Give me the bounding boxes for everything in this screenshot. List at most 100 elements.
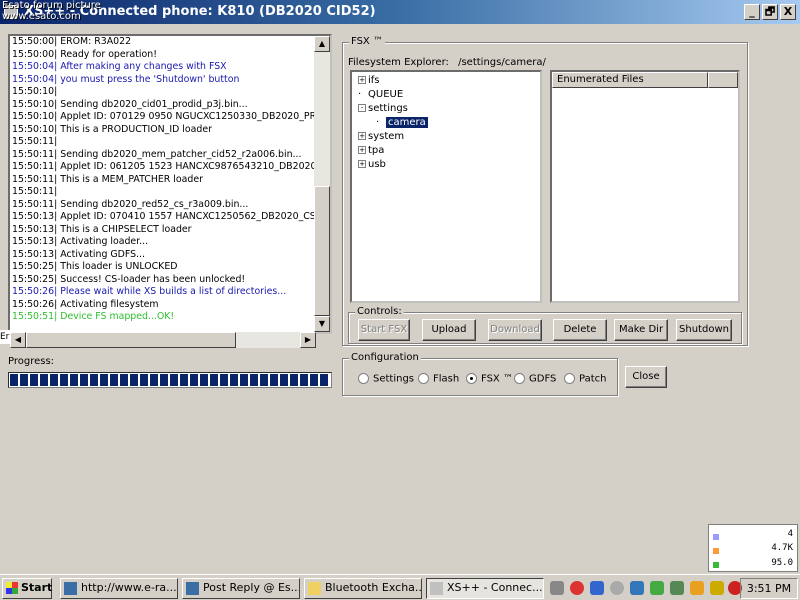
scroll-down-icon[interactable]: ▼	[314, 316, 330, 332]
tree-node-label: QUEUE	[368, 89, 404, 100]
start-button[interactable]: Start	[2, 578, 52, 599]
upload-icon	[713, 534, 719, 540]
progress-fill	[10, 374, 330, 386]
clock[interactable]: 3:51 PM	[740, 578, 798, 599]
download-button[interactable]: Download	[488, 319, 542, 341]
config-radio-4[interactable]: Patch	[564, 373, 606, 385]
tree-node-queue[interactable]: · QUEUE	[358, 89, 403, 100]
log-line: 15:50:11| Sending db2020_red52_cs_r3a009…	[12, 198, 249, 210]
task-label: XS++ - Connec...	[447, 581, 543, 594]
tree-node-tpa[interactable]: + tpa	[358, 145, 384, 156]
traffic-icon	[713, 548, 719, 554]
radio-label: Patch	[579, 373, 607, 385]
messenger-icon[interactable]	[690, 581, 704, 595]
log-line: 15:50:00| Ready for operation!	[12, 48, 157, 60]
bluetooth-icon[interactable]	[670, 581, 684, 595]
tree-node-label: tpa	[368, 145, 385, 156]
log-line: 15:50:13| Applet ID: 070410 1557 HANCXC1…	[12, 211, 330, 222]
window-titlebar[interactable]: XS++ - Connected phone: K810 (DB2020 CID…	[0, 0, 800, 24]
minimize-button[interactable]: _	[744, 4, 760, 20]
network-icon[interactable]	[650, 581, 664, 595]
configuration-label: Configuration	[349, 352, 421, 363]
tree-connector-icon: ·	[358, 89, 362, 100]
log-output[interactable]: 15:50:00| EROM: R3A022 15:50:00| Ready fo…	[8, 34, 332, 334]
log-line: 15:50:25| Success! CS-loader has been un…	[12, 273, 246, 285]
h-scroll-thumb[interactable]	[26, 332, 236, 348]
start-label: Start	[21, 581, 53, 594]
speaker-icon[interactable]	[610, 581, 624, 595]
explorer-label: Filesystem Explorer: /settings/camera/	[348, 57, 546, 68]
log-line: 15:50:11|	[12, 186, 58, 197]
xs-tray-icon[interactable]	[550, 581, 564, 595]
expand-icon[interactable]: +	[358, 76, 366, 84]
shutdown-button[interactable]: Shutdown	[676, 319, 732, 341]
close-button[interactable]: Close	[625, 366, 667, 388]
log-line: 15:50:00| EROM: R3A022	[12, 36, 132, 47]
fsx-group-label: FSX ™	[349, 36, 385, 47]
tools-icon[interactable]	[710, 581, 724, 595]
close-window-button[interactable]: X	[780, 4, 796, 20]
tree-node-label: system	[368, 131, 405, 142]
log-line: 15:50:11| Applet ID: 061205 1523 HANCXC9…	[12, 161, 330, 172]
tree-node-system[interactable]: + system	[358, 131, 404, 142]
list-header-files[interactable]: Enumerated Files	[552, 72, 708, 88]
security-icon[interactable]	[570, 581, 584, 595]
log-line: 15:50:51| Device FS mapped...OK!	[12, 311, 175, 322]
task-bluetooth[interactable]: Bluetooth Excha...	[304, 578, 422, 599]
tree-node-usb[interactable]: + usb	[358, 159, 386, 170]
log-line: 15:50:26| Please wait while XS builds a …	[12, 286, 287, 297]
expand-icon[interactable]: +	[358, 146, 366, 154]
delete-button[interactable]: Delete	[553, 319, 607, 341]
task-label: Bluetooth Excha...	[325, 581, 422, 594]
tree-node-settings[interactable]: - settings	[358, 103, 408, 114]
tree-node-ifs[interactable]: + ifs	[358, 75, 380, 86]
task-post-reply[interactable]: Post Reply @ Es...	[182, 578, 300, 599]
restore-button[interactable]: 🗗	[762, 4, 778, 20]
upload-button[interactable]: Upload	[422, 319, 476, 341]
tree-node-camera[interactable]: · camera	[376, 117, 428, 128]
network-stats-panel: 4 4.7K 95.0	[708, 524, 798, 572]
shield-icon[interactable]	[590, 581, 604, 595]
log-vertical-scrollbar[interactable]: ▲ ▼	[314, 36, 330, 332]
scroll-right-icon[interactable]: ▶	[300, 332, 316, 348]
config-radio-2[interactable]: FSX ™	[466, 373, 513, 385]
radio-dot-icon[interactable]	[564, 373, 575, 384]
task-xs-plus-plus[interactable]: XS++ - Connec...	[426, 578, 544, 599]
radio-dot-icon[interactable]	[466, 373, 477, 384]
log-line: 15:50:10|	[12, 86, 58, 97]
list-header-extra[interactable]	[708, 72, 738, 88]
filesystem-tree[interactable]: + ifs · QUEUE - settings · camera + system + tpa + us…	[350, 70, 542, 303]
radio-label: Settings	[373, 373, 415, 385]
log-line: 15:50:13| Activating loader...	[12, 236, 149, 247]
task-label: Post Reply @ Es...	[203, 581, 300, 594]
scroll-left-icon[interactable]: ◀	[10, 332, 26, 348]
user-icon[interactable]	[630, 581, 644, 595]
log-line: 15:50:11|	[12, 136, 58, 147]
log-line: 15:50:11| Sending db2020_mem_patcher_cid…	[12, 148, 302, 160]
config-radio-3[interactable]: GDFS	[514, 373, 556, 385]
collapse-icon[interactable]: -	[358, 104, 366, 112]
controls-label: Controls:	[355, 306, 404, 317]
expand-icon[interactable]: +	[358, 160, 366, 168]
config-radio-1[interactable]: Flash	[418, 373, 459, 385]
enumerated-files-list[interactable]: Enumerated Files	[550, 70, 740, 303]
start-fsx-button[interactable]: Start FSX	[358, 319, 410, 341]
config-radio-0[interactable]: Settings	[358, 373, 414, 385]
task-browser[interactable]: http://www.e-ra...	[60, 578, 178, 599]
tree-node-label: ifs	[368, 75, 380, 86]
watermark-line1: Esato forum picture	[2, 0, 101, 11]
stat-value-1: 4	[787, 529, 793, 539]
task-label: http://www.e-ra...	[81, 581, 177, 594]
make-dir-button[interactable]: Make Dir	[614, 319, 668, 341]
scroll-up-icon[interactable]: ▲	[314, 36, 330, 52]
log-line: 15:50:25| This loader is UNLOCKED	[12, 261, 178, 272]
scroll-thumb[interactable]	[314, 186, 330, 316]
radio-dot-icon[interactable]	[358, 373, 369, 384]
xs-app-icon	[430, 582, 443, 595]
radio-label: FSX ™	[481, 373, 513, 385]
radio-dot-icon[interactable]	[514, 373, 525, 384]
log-horizontal-scrollbar[interactable]: ◀ ▶	[10, 332, 316, 348]
radio-dot-icon[interactable]	[418, 373, 429, 384]
expand-icon[interactable]: +	[358, 132, 366, 140]
log-line: 15:50:10| This is a PRODUCTION_ID loader	[12, 123, 212, 135]
